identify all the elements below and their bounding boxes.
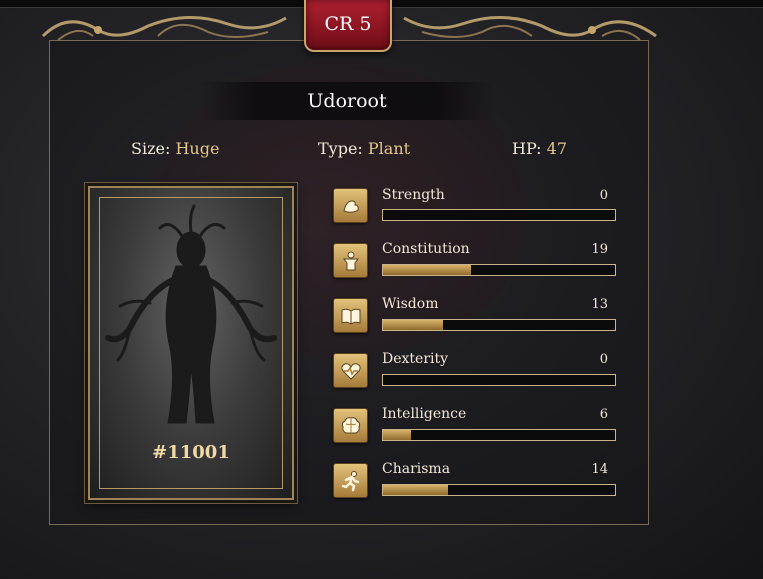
stat-bar-fill [383,430,411,440]
hp-value: 47 [546,139,567,158]
intelligence-bar [382,429,616,441]
stat-value: 19 [591,242,608,257]
size-info: Size: Huge [131,139,219,158]
challenge-rating-badge: CR 5 [304,0,392,52]
card-number: #11001 [152,442,230,463]
intelligence-brain-icon[interactable] [333,408,368,443]
stat-bar-fill [383,320,444,330]
stat-label: Intelligence [382,406,467,422]
stat-value: 0 [599,188,608,203]
creature-card[interactable]: #11001 [88,186,294,500]
strength-arm-icon[interactable] [333,188,368,223]
stat-label: Strength [382,187,445,203]
creature-name: Udoroot [199,82,495,120]
wisdom-bar [382,319,616,331]
size-value: Huge [175,139,220,158]
right-ornament-icon [403,16,657,41]
size-label: Size: [131,139,171,158]
stat-label: Dexterity [382,351,449,367]
type-info: Type: Plant [318,139,410,158]
constitution-body-icon[interactable] [333,243,368,278]
dexterity-bar [382,374,616,386]
strength-bar [382,209,616,221]
dexterity-heartbeat-icon[interactable] [333,353,368,388]
hp-label: HP: [512,139,542,158]
left-ornament-icon [41,16,287,41]
stat-bar-fill [383,485,448,495]
stat-value: 13 [591,297,608,312]
stat-label: Constitution [382,241,470,257]
charisma-bar [382,484,616,496]
tree-creature-silhouette-icon [105,204,277,424]
wisdom-book-icon[interactable] [333,298,368,333]
stat-bar-fill [383,265,472,275]
charisma-runner-icon[interactable] [333,463,368,498]
stat-value: 0 [599,352,608,367]
hp-info: HP: 47 [512,139,567,158]
stat-label: Wisdom [382,296,439,312]
stat-label: Charisma [382,461,451,477]
type-value: Plant [367,139,411,158]
type-label: Type: [318,139,363,158]
stat-value: 14 [591,462,608,477]
stat-value: 6 [599,407,608,422]
constitution-bar [382,264,616,276]
